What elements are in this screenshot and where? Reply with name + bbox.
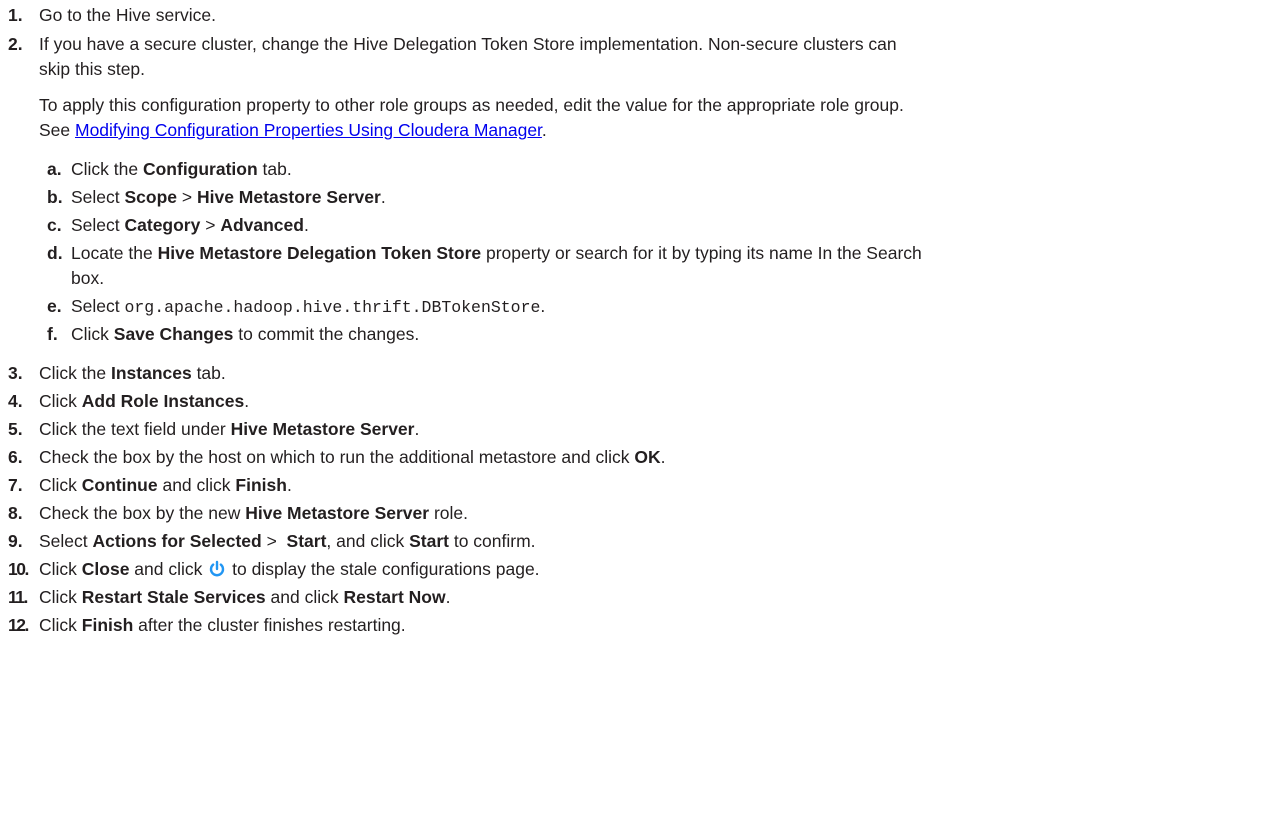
step-text: . xyxy=(445,587,451,607)
actions-for-selected-ref: Actions for Selected xyxy=(92,531,262,551)
step-text: to display the stale configurations page… xyxy=(227,559,540,579)
scope-ref: Scope xyxy=(124,187,178,207)
substep-d-line-2: box. xyxy=(71,268,105,288)
substep-letter: c. xyxy=(47,215,62,235)
hive-metastore-server-ref: Hive Metastore Server xyxy=(196,187,381,207)
step-number: 5. xyxy=(8,419,23,439)
step-2-line-2: skip this step. xyxy=(39,59,146,79)
finish-ref: Finish xyxy=(235,475,287,495)
step-text: . xyxy=(660,447,666,467)
substep-letter: a. xyxy=(47,159,62,179)
step-number: 8. xyxy=(8,503,23,523)
substep-text: Click xyxy=(71,324,114,344)
step-number: 7. xyxy=(8,475,23,495)
substep-text: . xyxy=(303,215,309,235)
step-number: 12. xyxy=(8,615,29,635)
substep-letter: e. xyxy=(47,296,62,316)
power-icon xyxy=(210,560,225,577)
substep-text: property or search for it by typing its … xyxy=(481,243,922,263)
save-changes-ref: Save Changes xyxy=(113,324,234,344)
hive-metastore-server-ref: Hive Metastore Server xyxy=(245,503,430,523)
step-number: 3. xyxy=(8,363,23,383)
step-text: after the cluster finishes restarting. xyxy=(133,615,406,635)
substep-letter: d. xyxy=(47,243,63,263)
step-text: Click the text field under xyxy=(39,419,231,439)
category-ref: Category xyxy=(124,215,201,235)
step-number: 2. xyxy=(8,34,23,54)
step-text: If you have a secure cluster, change the… xyxy=(39,34,897,54)
substep-text: > xyxy=(177,187,197,207)
step-text: Click the xyxy=(39,363,111,383)
step-text: role. xyxy=(429,503,468,523)
substep-text: Click the xyxy=(71,159,143,179)
substep-text: > xyxy=(200,215,221,235)
modifying-configuration-link[interactable]: Modifying Configuration Properties Using… xyxy=(75,120,542,140)
step-text: Select xyxy=(39,531,93,551)
instances-tab-ref: Instances xyxy=(110,363,192,383)
delegation-token-store-ref: Hive Metastore Delegation Token Store xyxy=(157,243,482,263)
restart-now-ref: Restart Now xyxy=(343,587,446,607)
step-number: 4. xyxy=(8,391,23,411)
step-text: . xyxy=(414,419,420,439)
ok-ref: OK xyxy=(634,447,661,467)
advanced-ref: Advanced xyxy=(220,215,304,235)
step-number: 9. xyxy=(8,531,23,551)
see-text: See xyxy=(39,120,75,140)
token-store-class: org.apache.hadoop.hive.thrift.DBTokenSto… xyxy=(124,298,541,317)
period: . xyxy=(541,120,547,140)
substep-letter: f. xyxy=(47,324,58,344)
step-text: and click xyxy=(129,559,208,579)
substep-letter: b. xyxy=(47,187,63,207)
step-text: Click xyxy=(39,615,82,635)
step-text: Check the box by the host on which to ru… xyxy=(39,447,635,467)
step-text: and click xyxy=(157,475,236,495)
step-text: . xyxy=(244,391,250,411)
step-text: Go to the Hive service. xyxy=(39,5,217,25)
step-2-paragraph: To apply this configuration property to … xyxy=(39,95,904,115)
step-2-see-line: See Modifying Configuration Properties U… xyxy=(39,119,547,141)
substep-text: tab. xyxy=(257,159,292,179)
substep-text: Select xyxy=(71,296,125,316)
substep-text: Select xyxy=(71,187,125,207)
step-text: > xyxy=(261,531,287,551)
start-confirm-ref: Start xyxy=(409,531,449,551)
step-text: Click xyxy=(39,559,82,579)
configuration-tab-ref: Configuration xyxy=(142,159,258,179)
step-text: tab. xyxy=(191,363,226,383)
step-text: Check the box by the new xyxy=(39,503,246,523)
step-number: 10. xyxy=(8,559,29,579)
step-text: Click xyxy=(39,475,82,495)
step-text: . xyxy=(286,475,292,495)
step-text: Click xyxy=(39,587,82,607)
close-ref: Close xyxy=(81,559,130,579)
hive-metastore-server-ref: Hive Metastore Server xyxy=(230,419,415,439)
step-text: and click xyxy=(265,587,344,607)
step-number: 11. xyxy=(8,587,28,607)
substep-text: Locate the xyxy=(71,243,158,263)
finish-ref: Finish xyxy=(81,615,134,635)
step-text: to confirm. xyxy=(448,531,536,551)
start-ref: Start xyxy=(286,531,327,551)
step-text: Click xyxy=(39,391,82,411)
continue-ref: Continue xyxy=(81,475,158,495)
substep-text: Select xyxy=(71,215,125,235)
substep-text: . xyxy=(540,296,546,316)
add-role-instances-ref: Add Role Instances xyxy=(81,391,245,411)
step-number: 1. xyxy=(8,5,23,25)
restart-stale-services-ref: Restart Stale Services xyxy=(81,587,266,607)
step-text: , and click xyxy=(326,531,410,551)
substep-text: . xyxy=(380,187,386,207)
substep-text: to commit the changes. xyxy=(233,324,420,344)
step-number: 6. xyxy=(8,447,23,467)
